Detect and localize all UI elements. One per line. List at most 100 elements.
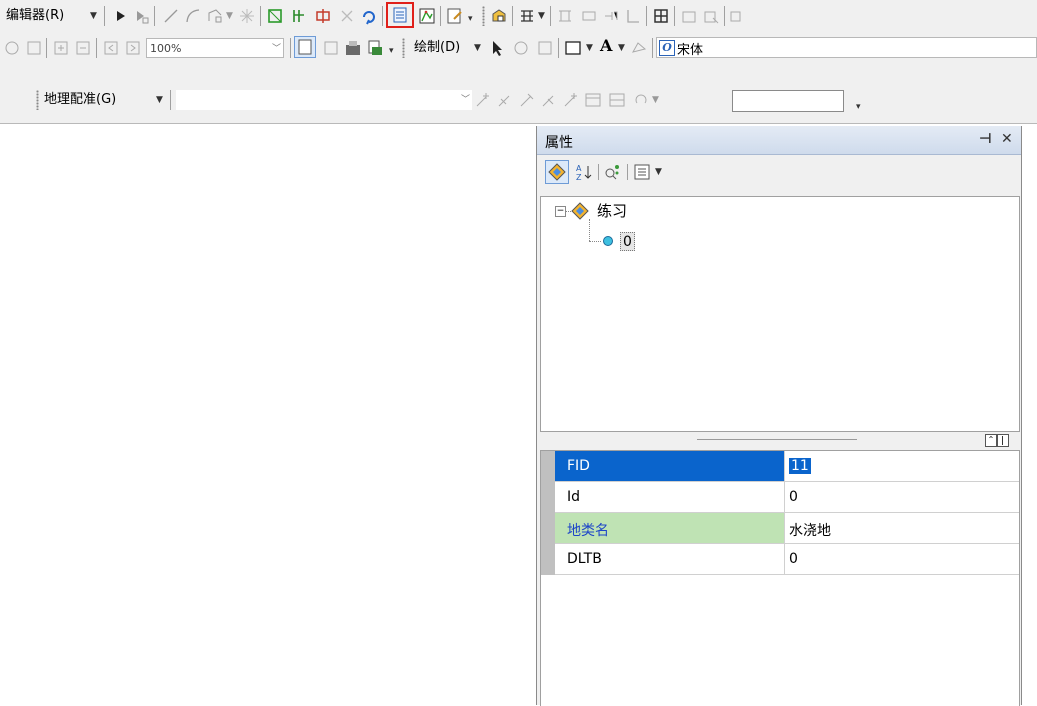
chevron-down-icon[interactable]: ▼ (652, 95, 659, 105)
editor-menu[interactable]: 编辑器(R) (6, 8, 64, 24)
georeferencing-menu[interactable]: 地理配准(G) (44, 92, 116, 108)
toolbar-overflow-icon[interactable]: ▾ (468, 12, 476, 26)
validate-topology-icon[interactable] (652, 7, 670, 25)
field-name-cell[interactable]: DLTB (555, 544, 785, 575)
shared-edges-icon[interactable] (580, 7, 598, 25)
sketch-properties-icon[interactable] (418, 7, 436, 25)
zoom-in-page-icon[interactable] (3, 39, 21, 57)
chevron-down-icon[interactable]: ﹀ (272, 39, 281, 59)
chevron-down-icon[interactable]: ▼ (618, 43, 625, 53)
sort-ascending-icon[interactable]: AZ (575, 163, 593, 181)
topology-edit-icon[interactable] (518, 7, 536, 25)
categorized-view-button[interactable] (545, 160, 569, 184)
change-layout-icon[interactable] (344, 39, 362, 57)
attribute-row-dltb[interactable]: DLTB 0 (541, 544, 1019, 575)
point-tool-icon[interactable] (238, 7, 256, 25)
fixed-zoom-out-icon[interactable] (74, 39, 92, 57)
toggle-draft-mode-button[interactable] (294, 36, 316, 58)
delete-link-icon[interactable] (562, 91, 580, 109)
add-control-points-icon[interactable] (474, 91, 492, 109)
tree-layer-name[interactable]: 练习 (597, 203, 627, 219)
chevron-down-icon[interactable]: ﹀ (461, 90, 470, 110)
zoom-to-link-icon[interactable] (540, 91, 558, 109)
pin-icon[interactable]: ⊣ (979, 131, 992, 147)
go-back-extent-icon[interactable] (102, 39, 120, 57)
field-name-cell[interactable]: 地类名 (555, 513, 785, 544)
modify-edge-icon[interactable] (624, 7, 642, 25)
zoom-out-page-icon[interactable] (25, 39, 43, 57)
toolbar-grip[interactable] (36, 90, 39, 110)
fix-topology-icon[interactable] (702, 7, 720, 25)
toolbar-grip[interactable] (482, 6, 485, 26)
attributes-button-highlight[interactable] (386, 2, 414, 28)
trace-tool-icon[interactable] (206, 7, 224, 25)
collapse-up-icon[interactable]: ⌃ (985, 434, 997, 447)
zoom-to-selected-icon[interactable] (536, 39, 554, 57)
rotation-input[interactable] (732, 90, 844, 112)
attribute-row-id[interactable]: Id 0 (541, 482, 1019, 513)
close-icon[interactable]: ✕ (1001, 131, 1013, 147)
chevron-down-icon[interactable]: ▼ (474, 43, 481, 53)
toolbar-overflow-icon[interactable]: ▾ (856, 100, 864, 114)
field-value-cell[interactable]: 11 (785, 451, 1019, 482)
row-selector[interactable] (541, 513, 555, 544)
field-value-cell[interactable]: 0 (785, 482, 1019, 513)
field-name-cell[interactable]: Id (555, 482, 785, 513)
row-selector[interactable] (541, 544, 555, 575)
field-name-cell[interactable]: FID (555, 451, 785, 482)
reshape-feature-icon[interactable] (290, 7, 308, 25)
rectangle-tool-icon[interactable] (564, 39, 582, 57)
field-value-cell[interactable]: 0 (785, 544, 1019, 575)
row-selector[interactable] (541, 482, 555, 513)
link-table-icon[interactable] (608, 91, 626, 109)
attribute-row-landclass[interactable]: 地类名 水浇地 (541, 513, 1019, 544)
text-tool-icon[interactable]: A (600, 38, 612, 54)
topology-extra-icon[interactable] (728, 7, 746, 25)
splitter-handle[interactable] (697, 439, 857, 440)
edit-vertices-draw-icon[interactable] (630, 39, 648, 57)
error-inspector-icon[interactable] (680, 7, 698, 25)
map-topology-icon[interactable] (556, 7, 574, 25)
chevron-down-icon[interactable]: ▼ (655, 167, 662, 177)
edit-annotation-icon[interactable] (266, 7, 284, 25)
rotate-element-icon[interactable] (512, 39, 530, 57)
chevron-down-icon[interactable]: ▼ (156, 95, 163, 105)
cut-polygon-icon[interactable] (314, 7, 332, 25)
auto-registration-icon[interactable] (496, 91, 514, 109)
rotate-raster-icon[interactable] (632, 91, 650, 109)
font-combo[interactable]: O 宋体 (656, 37, 1037, 58)
tree-feature-item[interactable]: 0 (620, 232, 635, 251)
chevron-down-icon[interactable]: ▼ (586, 43, 593, 53)
chevron-down-icon[interactable]: ▼ (90, 11, 97, 21)
panel-title-bar[interactable]: 属性 ⊣ ✕ (537, 126, 1021, 155)
options-list-icon[interactable] (633, 163, 651, 181)
rotate-icon[interactable] (360, 7, 378, 25)
viewer-icon[interactable] (584, 91, 602, 109)
field-value-cell[interactable]: 水浇地 (785, 513, 1019, 544)
drawing-menu[interactable]: 绘制(D) (414, 40, 460, 56)
row-selector[interactable] (541, 451, 555, 482)
attribute-row-fid[interactable]: FID 11 (541, 451, 1019, 482)
fixed-zoom-in-icon[interactable] (52, 39, 70, 57)
identify-icon[interactable] (603, 163, 621, 181)
select-link-icon[interactable] (518, 91, 536, 109)
chevron-down-icon[interactable]: ▼ (226, 11, 233, 21)
select-elements-icon[interactable] (488, 39, 506, 57)
toolbar-overflow-icon[interactable]: ▾ (389, 44, 397, 58)
align-edge-icon[interactable] (602, 7, 620, 25)
focus-data-frame-icon[interactable] (322, 39, 340, 57)
edit-pointer-icon[interactable] (112, 7, 130, 25)
create-features-icon[interactable] (446, 7, 464, 25)
georef-layer-combo[interactable]: ﹀ (176, 90, 472, 110)
edit-vertices-icon[interactable] (132, 7, 150, 25)
straight-segment-icon[interactable] (162, 7, 180, 25)
chevron-down-icon[interactable]: ▼ (538, 11, 545, 21)
toolbar-grip[interactable] (402, 38, 405, 58)
arc-segment-icon[interactable] (184, 7, 202, 25)
expand-panel-icon[interactable] (997, 434, 1009, 447)
topology-toolbar-icon[interactable] (490, 7, 508, 25)
data-driven-pages-icon[interactable] (366, 39, 384, 57)
split-tool-icon[interactable] (338, 7, 356, 25)
go-forward-extent-icon[interactable] (124, 39, 142, 57)
attributes-icon[interactable] (391, 6, 409, 24)
